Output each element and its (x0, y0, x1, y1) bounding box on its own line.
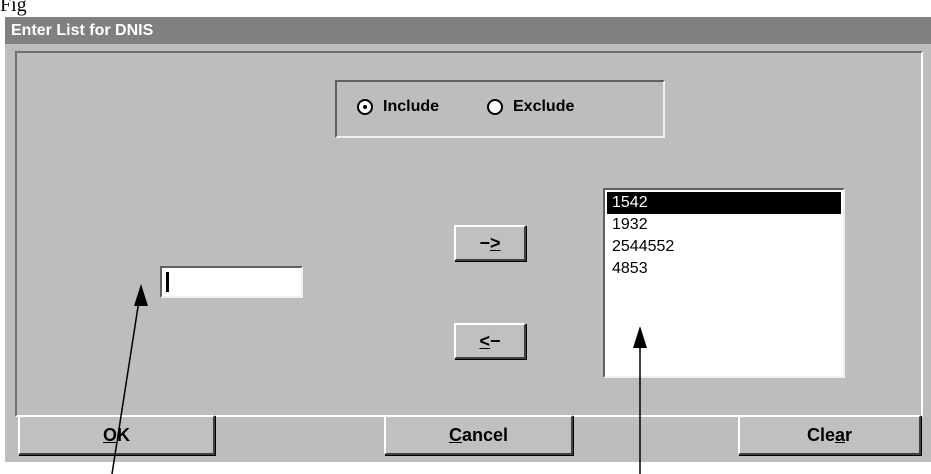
add-button-mnemonic: > (490, 232, 501, 253)
cancel-button[interactable]: Cancel (384, 415, 573, 455)
include-radio-circle[interactable] (357, 99, 373, 115)
clear-button[interactable]: Cle a r (738, 415, 921, 455)
remove-button-suffix: − (490, 330, 501, 351)
list-item[interactable]: 4853 (607, 258, 841, 280)
dialog-client-area: Include Exclude − > < − 1542 1932 2544552 485… (15, 51, 923, 417)
exclude-radio-circle[interactable] (487, 99, 503, 115)
include-radio-label: Include (383, 98, 440, 115)
clear-mnemonic: a (834, 424, 845, 445)
ok-label-rest: K (117, 424, 130, 445)
exclude-radio[interactable]: Exclude (487, 98, 574, 116)
clear-label-rest: r (845, 424, 853, 445)
include-exclude-group: Include Exclude (335, 80, 665, 138)
list-item[interactable]: 1932 (607, 214, 841, 236)
list-item[interactable]: 1542 (607, 192, 841, 214)
cancel-mnemonic: C (448, 424, 462, 445)
add-button-prefix: − (479, 232, 490, 253)
ok-button[interactable]: OK (18, 415, 215, 455)
remove-button-mnemonic: < (479, 330, 490, 351)
dnis-entry-field[interactable] (160, 266, 303, 298)
dnis-listbox[interactable]: 1542 1932 2544552 4853 (603, 188, 845, 378)
remove-from-list-button[interactable]: < − (454, 323, 526, 359)
cancel-label-rest: ancel (461, 424, 509, 445)
figure-caption-fragment: Fig (0, 0, 27, 16)
exclude-radio-label: Exclude (513, 98, 575, 115)
text-caret (166, 272, 169, 292)
dnis-list-dialog: Enter List for DNIS Include Exclude − > <… (5, 17, 931, 462)
dialog-title: Enter List for DNIS (5, 17, 931, 44)
dnis-list-items: 1542 1932 2544552 4853 (607, 192, 841, 280)
ok-mnemonic: O (102, 424, 117, 445)
list-item[interactable]: 2544552 (607, 236, 841, 258)
add-to-list-button[interactable]: − > (454, 225, 526, 261)
include-radio[interactable]: Include (357, 98, 439, 116)
clear-label-pre: Cle (806, 424, 835, 445)
